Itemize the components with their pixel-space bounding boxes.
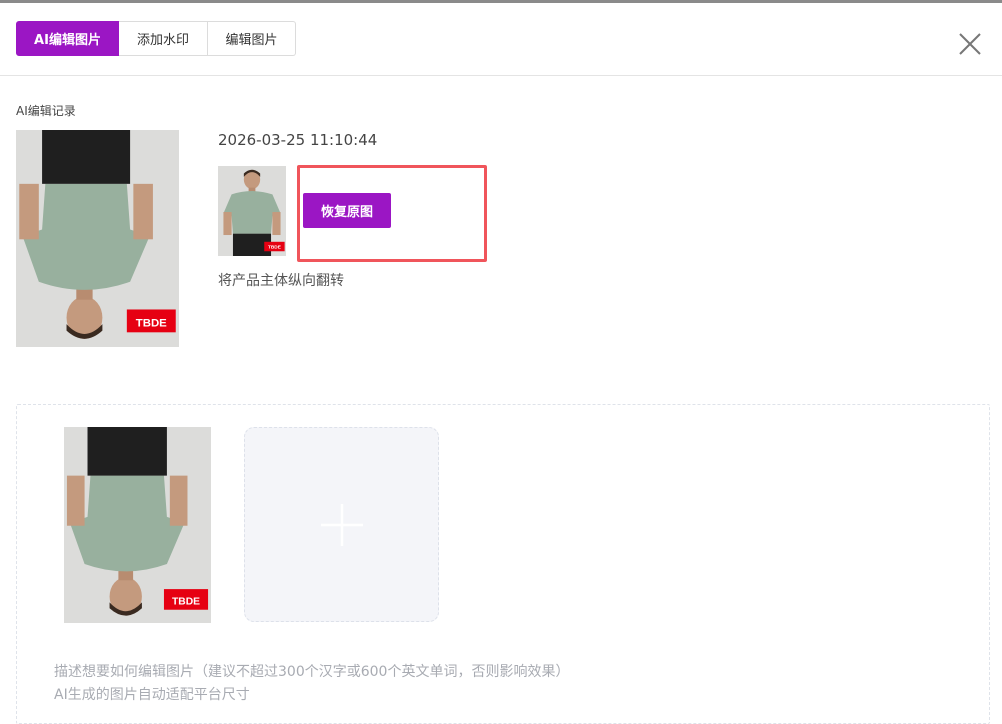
- prompt-placeholder: 描述想要如何编辑图片（建议不超过300个汉字或600个英文单词，否则影响效果）: [54, 664, 570, 680]
- close-button[interactable]: [956, 30, 984, 58]
- window-top-border: [0, 0, 1002, 3]
- record-description: 将产品主体纵向翻转: [218, 273, 344, 289]
- input-logo-text: TBDE: [172, 597, 200, 608]
- restore-original-button[interactable]: 恢复原图: [303, 193, 391, 228]
- original-thumbnail[interactable]: TBDE: [218, 166, 286, 256]
- history-section-title: AI编辑记录: [16, 104, 76, 118]
- thumbnail-logo-text: TBDE: [268, 245, 281, 251]
- tab-add-watermark[interactable]: 添加水印: [119, 21, 208, 56]
- add-image-button[interactable]: [244, 427, 439, 622]
- tab-edit-image[interactable]: 编辑图片: [208, 21, 296, 56]
- plus-icon: [321, 504, 363, 546]
- brand-logo-text: TBDE: [136, 318, 167, 330]
- input-image[interactable]: TBDE: [64, 427, 211, 623]
- tab-ai-edit[interactable]: AI编辑图片: [16, 21, 119, 56]
- record-timestamp: 2026-03-25 11:10:44: [218, 131, 378, 149]
- header-divider: [0, 75, 1002, 76]
- history-result-image: TBDE: [16, 130, 179, 347]
- tab-bar: AI编辑图片 添加水印 编辑图片: [16, 21, 296, 56]
- close-icon: [959, 33, 981, 55]
- prompt-subhint: AI生成的图片自动适配平台尺寸: [54, 687, 250, 703]
